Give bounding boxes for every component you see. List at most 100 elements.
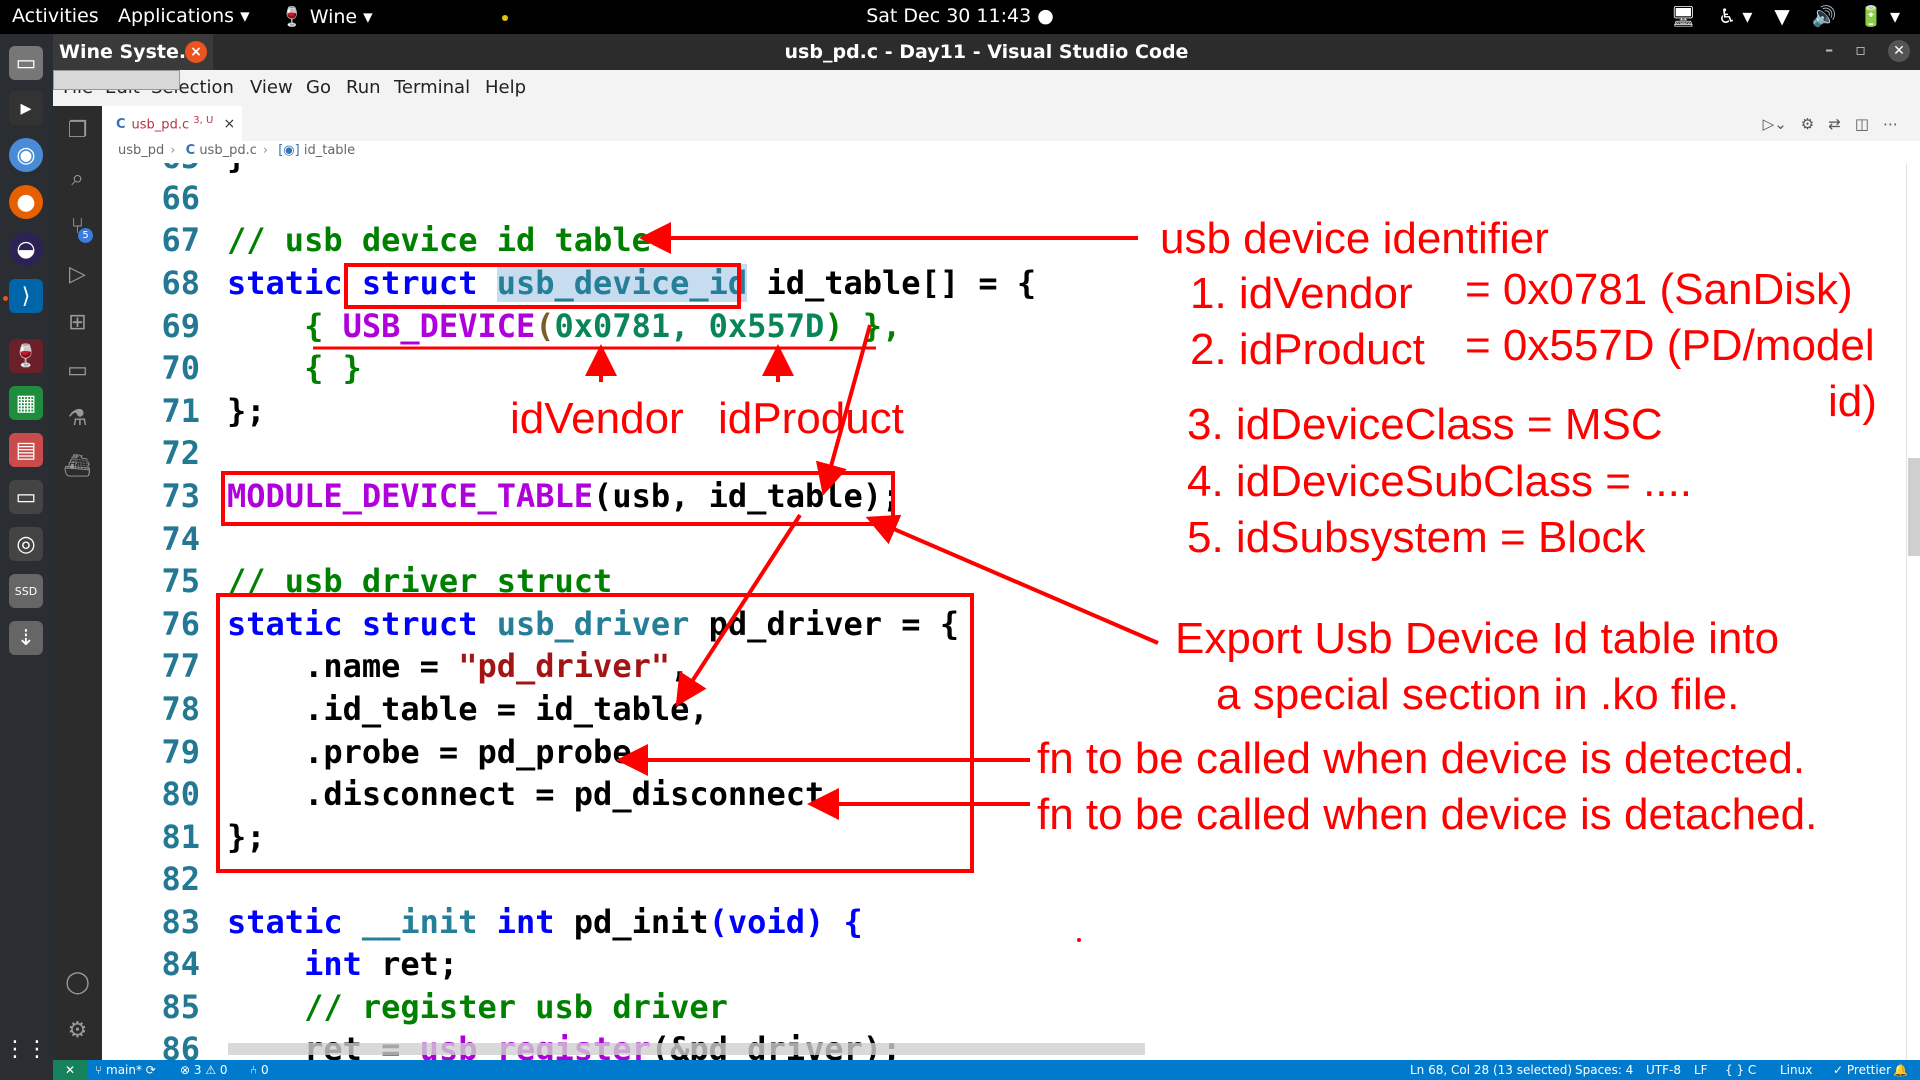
menu-go[interactable]: Go [306,77,331,98]
annotation-item-1-label: 1. idVendor [1190,269,1413,318]
editor-actions: ▷⌄ ⚙ ⇄ ◫ ⋯ [1763,115,1898,133]
files-icon[interactable]: ▭ [9,46,43,80]
menu-bar: File Edit Selection View Go Run Terminal… [53,70,1920,106]
git-branch[interactable]: ⑂ main* ⟳ [95,1063,156,1077]
firefox-icon[interactable]: ● [9,185,43,219]
wine-icon[interactable]: 🍷 [9,339,43,373]
accessibility-icon[interactable]: ♿ ▾ [1718,4,1752,28]
line-number: 74 [161,520,200,558]
remote-explorer-icon[interactable]: ▭ [63,356,92,385]
screen-icon[interactable]: 🖥 [1671,4,1696,28]
line-number: 81 [161,818,200,856]
vscode-icon[interactable]: ⟩ [9,279,43,313]
search-icon[interactable]: ⌕ [63,164,92,193]
spreadsheet-icon[interactable]: ▦ [9,386,43,420]
end-of-line[interactable]: LF [1694,1063,1708,1077]
extensions-icon[interactable]: ⊞ [63,308,92,337]
problems-count[interactable]: ⊗ 3 ⚠ 0 [180,1063,228,1077]
line-number: 75 [161,562,200,600]
annotation-item-2-value: = 0x557D (PD/model [1465,321,1875,370]
annotation-item-4: 4. idDeviceSubClass = .... [1187,457,1693,506]
eclipse-icon[interactable]: ◒ [9,232,43,266]
annotation-export-line-1: Export Usb Device Id table into [1175,614,1780,663]
volume-icon[interactable]: 🔊 [1812,4,1837,28]
menu-terminal[interactable]: Terminal [394,77,470,98]
line-number: 65 [142,163,200,176]
chrome-icon[interactable]: ◉ [9,138,43,172]
code-line: 66 [102,179,1920,221]
annotation-item-5: 5. idSubsystem = Block [1187,513,1646,562]
line-number: 86 [161,1030,200,1060]
account-icon[interactable]: ◯ [63,968,92,997]
prettier-status[interactable]: ✓ Prettier [1833,1063,1891,1077]
code-line: 74 [102,520,1920,562]
maximize-button[interactable]: ▫ [1855,40,1866,62]
language-mode[interactable]: { } C [1725,1063,1756,1077]
split-editor-icon[interactable]: ◫ [1855,115,1869,133]
tab-usb-pd-c[interactable]: Cusb_pd.c 3, U × [102,106,242,141]
ssd-icon[interactable]: SSD [9,574,43,608]
annotation-id-vendor: idVendor [510,394,684,443]
minimize-button[interactable]: – [1825,40,1833,62]
breadcrumb-file[interactable]: usb_pd.c [199,143,257,158]
annotation-export-line-2: a special section in .ko file. [1216,670,1740,719]
usb-drive-icon[interactable]: ⇣ [9,621,43,655]
tab-close-icon[interactable]: × [223,116,235,132]
document-viewer-icon[interactable]: ▤ [9,433,43,467]
docker-icon[interactable]: ⛴ [63,452,92,481]
vendor-id-value: 0x0781 [554,307,671,345]
menu-help[interactable]: Help [485,77,526,98]
menu-run[interactable]: Run [346,77,381,98]
show-apps-icon[interactable]: ⋮⋮ [4,1032,48,1066]
settings-gear-icon[interactable]: ⚙ [63,1016,92,1045]
indentation[interactable]: Spaces: 4 [1575,1063,1633,1077]
compare-icon[interactable]: ⇄ [1828,115,1841,133]
notifications-bell-icon[interactable]: 🔔 [1893,1063,1908,1077]
test-icon[interactable]: ⚗ [63,404,92,433]
platform[interactable]: Linux [1780,1063,1812,1077]
scrollbar-thumb[interactable] [1908,458,1920,556]
encoding[interactable]: UTF-8 [1646,1063,1681,1077]
battery-icon[interactable]: 🔋 ▾ [1859,4,1900,28]
system-tray[interactable]: 🖥 ♿ ▾ ▼ 🔊 🔋 ▾ [1671,4,1900,28]
breadcrumb-folder[interactable]: usb_pd [118,143,164,158]
run-debug-icon[interactable]: ▷ [63,260,92,289]
wine-close-icon[interactable]: × [185,41,207,63]
status-bar: ✕ ⑂ main* ⟳ ⊗ 3 ⚠ 0 ⑃ 0 Ln 68, Col 28 (1… [53,1060,1920,1080]
line-number: 78 [161,690,200,728]
wifi-icon[interactable]: ▼ [1774,4,1789,28]
vertical-scrollbar[interactable] [1906,163,1920,1060]
active-indicator [3,296,8,301]
explorer-icon[interactable]: ❐ [63,116,92,145]
annotation-id-product: idProduct [718,394,904,443]
remote-indicator[interactable]: ✕ [53,1060,87,1080]
more-actions-icon[interactable]: ⋯ [1883,115,1898,133]
line-number: 67 [161,221,200,259]
settings-icon[interactable]: ⚙ [1801,115,1814,133]
line-number: 77 [161,647,200,685]
wine-system-window[interactable]: Wine Syste... × [53,34,213,70]
cursor-position[interactable]: Ln 68, Col 28 (13 selected) [1410,1063,1572,1077]
wine-subwindow[interactable] [53,70,180,90]
annotation-probe-note: fn to be called when device is detected. [1037,734,1806,783]
close-button[interactable]: ✕ [1888,40,1910,62]
tab-problem-badge: 3, U [193,115,214,126]
keyword-static: static [227,264,343,302]
activity-bar: ❐ ⌕ ⑂ 5 ▷ ⊞ ▭ ⚗ ⛴ ◯ ⚙ [53,106,102,1060]
code-line: 65} [102,163,1920,180]
ports-count[interactable]: ⑃ 0 [250,1063,269,1077]
annotation-item-1-value: = 0x0781 (SanDisk) [1465,265,1853,314]
screenshot-icon[interactable]: ◎ [9,527,43,561]
breadcrumb-symbol[interactable]: id_table [304,143,355,158]
display-icon[interactable]: ▭ [9,480,43,514]
line-number: 72 [161,434,200,472]
window-controls: – ▫ ✕ [1825,40,1910,62]
annotation-usb-identifier: usb device identifier [1160,214,1549,263]
top-bar: Activities Applications ▾ 🍷 Wine ▾ Sat D… [0,0,1920,34]
annotation-box-driver-struct [216,593,974,873]
terminal-icon[interactable]: ▸ [9,91,43,125]
horizontal-scrollbar[interactable] [228,1043,1145,1055]
run-icon[interactable]: ▷⌄ [1763,115,1787,133]
clock[interactable]: Sat Dec 30 11:43 ● [0,5,1920,27]
menu-view[interactable]: View [250,77,293,98]
